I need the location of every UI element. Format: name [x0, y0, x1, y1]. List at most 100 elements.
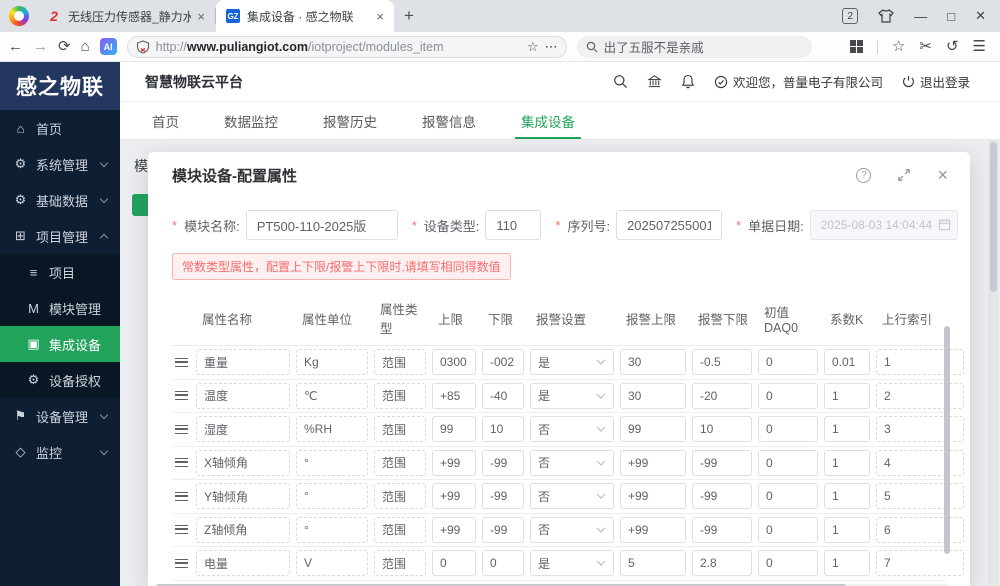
alarm-lower-input[interactable]	[692, 382, 752, 409]
coefficient-k-input[interactable]	[824, 516, 870, 543]
prop-unit-input[interactable]	[296, 382, 368, 409]
coefficient-k-input[interactable]	[824, 483, 870, 510]
sidebar-item-module-mgmt[interactable]: M 模块管理	[0, 290, 120, 326]
drag-handle-icon[interactable]	[172, 458, 190, 468]
alarm-upper-input[interactable]	[620, 550, 686, 577]
module-name-input[interactable]	[245, 210, 398, 240]
alarm-lower-input[interactable]	[692, 449, 752, 476]
lower-limit-input[interactable]	[482, 382, 524, 409]
uplink-index-input[interactable]	[876, 349, 964, 376]
forward-icon[interactable]: →	[33, 39, 48, 54]
alarm-upper-input[interactable]	[620, 382, 686, 409]
reload-icon[interactable]: ⟳	[58, 39, 71, 54]
screenshot-scissors-icon[interactable]: ✂	[919, 39, 932, 54]
menu-hamburger-icon[interactable]: ☰	[973, 39, 986, 54]
upper-limit-input[interactable]	[432, 550, 476, 577]
tab-count-badge[interactable]: 2	[842, 8, 859, 24]
new-tab-button[interactable]: +	[404, 6, 414, 26]
sidebar-item-integrated-devices[interactable]: ▣ 集成设备	[0, 326, 120, 362]
alarm-lower-input[interactable]	[692, 483, 752, 510]
welcome-user[interactable]: 欢迎您，普量电子有限公司	[714, 72, 883, 91]
sidebar-item-monitoring[interactable]: ◇ 监控	[0, 434, 120, 470]
alarm-lower-input[interactable]	[692, 416, 752, 443]
drag-handle-icon[interactable]	[172, 357, 190, 367]
upper-limit-input[interactable]	[432, 349, 476, 376]
address-bar[interactable]: http://www.puliangiot.com/iotproject/mod…	[126, 35, 567, 58]
alarm-setting-select[interactable]: 是	[530, 349, 614, 376]
init-daq0-input[interactable]	[758, 449, 818, 476]
init-daq0-input[interactable]	[758, 416, 818, 443]
browser-logo-icon[interactable]	[9, 6, 29, 26]
drag-handle-icon[interactable]	[172, 558, 190, 568]
prop-name-input[interactable]	[196, 550, 290, 577]
alarm-setting-select[interactable]: 是	[530, 382, 614, 409]
prop-type-input[interactable]	[374, 416, 426, 443]
window-maximize-button[interactable]: □	[947, 9, 955, 24]
bank-icon[interactable]	[647, 74, 662, 89]
lower-limit-input[interactable]	[482, 449, 524, 476]
browser-search-box[interactable]: 出了五服不是亲戚	[576, 35, 812, 58]
drag-handle-icon[interactable]	[172, 391, 190, 401]
prop-unit-input[interactable]	[296, 550, 368, 577]
uplink-index-input[interactable]	[876, 516, 964, 543]
home-icon[interactable]: ⌂	[81, 39, 90, 54]
coefficient-k-input[interactable]	[824, 550, 870, 577]
uplink-index-input[interactable]	[876, 483, 964, 510]
sidebar-item-home[interactable]: ⌂ 首页	[0, 110, 120, 146]
upper-limit-input[interactable]	[432, 416, 476, 443]
uplink-index-input[interactable]	[876, 449, 964, 476]
alarm-setting-select[interactable]: 是	[530, 550, 614, 577]
table-vertical-scrollbar[interactable]	[944, 326, 950, 554]
serial-number-input[interactable]	[616, 210, 723, 240]
tab-data-monitor[interactable]: 数据监控	[224, 102, 278, 139]
sidebar-item-system-mgmt[interactable]: ⚙ 系统管理	[0, 146, 120, 182]
init-daq0-input[interactable]	[758, 483, 818, 510]
init-daq0-input[interactable]	[758, 516, 818, 543]
favorites-list-icon[interactable]: ☆	[892, 39, 905, 54]
prop-name-input[interactable]	[196, 483, 290, 510]
prop-unit-input[interactable]	[296, 449, 368, 476]
prop-type-input[interactable]	[374, 382, 426, 409]
prop-name-input[interactable]	[196, 382, 290, 409]
bookmark-star-icon[interactable]: ☆	[527, 40, 539, 53]
site-shield-icon[interactable]	[136, 39, 150, 54]
sidebar-item-device-mgmt[interactable]: ⚑ 设备管理	[0, 398, 120, 434]
lower-limit-input[interactable]	[482, 349, 524, 376]
uplink-index-input[interactable]	[876, 382, 964, 409]
prop-type-input[interactable]	[374, 516, 426, 543]
logout-button[interactable]: 退出登录	[902, 72, 970, 91]
upper-limit-input[interactable]	[432, 516, 476, 543]
browser-tab-2-active[interactable]: GZ 集成设备 · 感之物联 ×	[216, 0, 394, 32]
prop-name-input[interactable]	[196, 349, 290, 376]
bell-icon[interactable]	[681, 74, 695, 89]
ai-extension-icon[interactable]: AI	[99, 38, 117, 55]
history-undo-icon[interactable]: ↺	[946, 39, 959, 54]
coefficient-k-input[interactable]	[824, 449, 870, 476]
lower-limit-input[interactable]	[482, 416, 524, 443]
prop-type-input[interactable]	[374, 550, 426, 577]
alarm-setting-select[interactable]: 否	[530, 449, 614, 476]
prop-unit-input[interactable]	[296, 483, 368, 510]
prop-name-input[interactable]	[196, 516, 290, 543]
more-options-icon[interactable]: ⋯	[545, 40, 558, 53]
coefficient-k-input[interactable]	[824, 349, 870, 376]
prop-unit-input[interactable]	[296, 416, 368, 443]
alarm-lower-input[interactable]	[692, 516, 752, 543]
back-icon[interactable]: ←	[8, 39, 23, 54]
tab-alarm-info[interactable]: 报警信息	[422, 102, 476, 139]
alarm-setting-select[interactable]: 否	[530, 416, 614, 443]
uplink-index-input[interactable]	[876, 416, 964, 443]
init-daq0-input[interactable]	[758, 550, 818, 577]
header-search-icon[interactable]	[613, 74, 628, 89]
alarm-lower-input[interactable]	[692, 550, 752, 577]
browser-tab-1[interactable]: 2 无线压力传感器_静力水准仪_ ×	[37, 0, 215, 32]
drag-handle-icon[interactable]	[172, 424, 190, 434]
window-minimize-button[interactable]: —	[914, 9, 927, 24]
page-scrollbar[interactable]	[988, 140, 999, 586]
init-daq0-input[interactable]	[758, 382, 818, 409]
tab1-close-icon[interactable]: ×	[197, 9, 205, 24]
tab2-close-icon[interactable]: ×	[376, 9, 384, 24]
lower-limit-input[interactable]	[482, 516, 524, 543]
sidebar-item-project-mgmt[interactable]: ⊞ 项目管理	[0, 218, 120, 254]
browser-skin-icon[interactable]	[878, 9, 895, 23]
